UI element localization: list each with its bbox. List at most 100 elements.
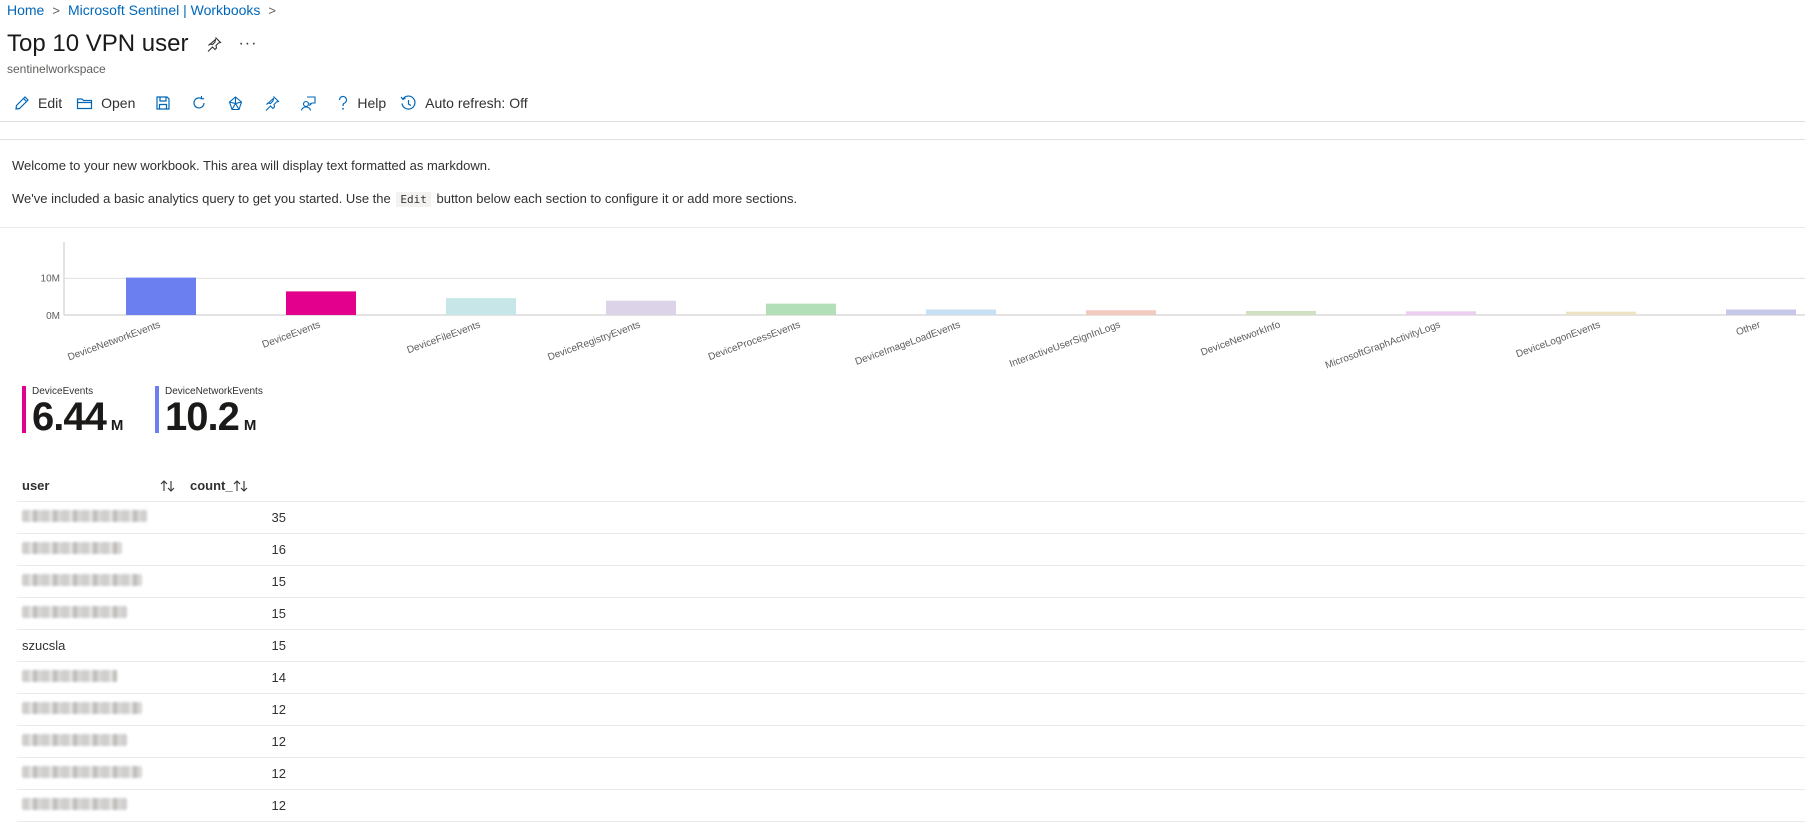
cell-user xyxy=(17,702,190,717)
x-tick-label: InteractiveUserSignInLogs xyxy=(1008,319,1122,369)
page-title: Top 10 VPN user xyxy=(7,30,189,57)
tile-value: 6.44 M xyxy=(32,395,123,445)
cell-user xyxy=(17,766,190,781)
auto-refresh-button[interactable]: Auto refresh: Off xyxy=(400,94,528,112)
help-button[interactable]: Help xyxy=(337,95,386,111)
x-tick-label: DeviceImageLoadEvents xyxy=(854,319,962,367)
open-button[interactable]: Open xyxy=(76,95,135,111)
tile-device-events[interactable]: DeviceEvents 6.44 M xyxy=(22,386,123,445)
save-icon xyxy=(156,96,170,110)
bar[interactable] xyxy=(446,298,516,315)
grid-header: user count_ xyxy=(17,470,1805,502)
command-bar: Edit Open Help Auto refresh: Off xyxy=(0,88,528,118)
bar[interactable] xyxy=(926,309,996,316)
cell-user xyxy=(17,510,190,525)
tile-color-bar xyxy=(155,386,159,433)
column-header-user[interactable]: user xyxy=(17,478,190,493)
tile-device-network-events[interactable]: DeviceNetworkEvents 10.2 M xyxy=(155,386,263,445)
redacted-value xyxy=(22,574,142,586)
pin-button[interactable] xyxy=(264,95,280,111)
edit-label: Edit xyxy=(38,95,63,111)
tile-unit: M xyxy=(243,417,257,434)
markdown-text: button below each section to configure i… xyxy=(436,191,798,206)
table-row[interactable]: 35 xyxy=(17,502,1805,534)
share-button[interactable] xyxy=(300,95,317,111)
table-row[interactable]: 12 xyxy=(17,758,1805,790)
bar[interactable] xyxy=(1726,309,1796,316)
table-row[interactable]: 15 xyxy=(17,566,1805,598)
workspace-subtitle: sentinelworkspace xyxy=(7,62,106,76)
x-tick-label: DeviceNetworkInfo xyxy=(1199,319,1282,358)
breadcrumb-chevron-icon: > xyxy=(52,2,60,18)
table-row[interactable]: 15 xyxy=(17,598,1805,630)
table-row[interactable]: 12 xyxy=(17,694,1805,726)
tile-number: 6.44 xyxy=(32,395,107,439)
sort-icon[interactable] xyxy=(233,479,249,493)
breadcrumb: Home > Microsoft Sentinel | Workbooks > xyxy=(7,2,284,18)
cell-count: 35 xyxy=(271,510,286,525)
redacted-value xyxy=(22,798,127,810)
column-header-count[interactable]: count_ xyxy=(190,478,310,493)
cell-count: 16 xyxy=(271,542,286,557)
table-row[interactable]: 14 xyxy=(17,662,1805,694)
divider xyxy=(0,227,1805,228)
help-label: Help xyxy=(357,95,387,111)
cell-user xyxy=(17,734,190,749)
share-person-icon xyxy=(301,96,316,111)
bar[interactable] xyxy=(1086,310,1156,315)
pin-icon[interactable] xyxy=(206,36,223,52)
table-row[interactable]: 12 xyxy=(17,790,1805,822)
help-question-icon xyxy=(339,95,348,110)
table-row[interactable]: szucsla 15 xyxy=(17,630,1805,662)
open-folder-icon xyxy=(77,98,93,110)
redacted-value xyxy=(22,542,122,554)
customize-button[interactable] xyxy=(227,95,244,112)
x-tick-label: DeviceFileEvents xyxy=(406,319,482,356)
cell-user xyxy=(17,798,190,813)
edit-button[interactable]: Edit xyxy=(14,95,62,111)
pin-icon xyxy=(265,96,280,111)
redacted-value xyxy=(22,702,142,714)
auto-refresh-label: Auto refresh: Off xyxy=(425,95,528,111)
cell-count: 15 xyxy=(271,574,286,589)
column-header-label: user xyxy=(22,478,50,493)
redacted-value xyxy=(22,670,117,682)
cell-user xyxy=(17,542,190,557)
bar[interactable] xyxy=(1246,310,1316,315)
breadcrumb-workbooks-link[interactable]: Microsoft Sentinel | Workbooks xyxy=(68,2,260,18)
y-tick-label: 10M xyxy=(41,273,60,284)
cell-count: 14 xyxy=(271,670,286,685)
clock-icon xyxy=(400,94,416,110)
bar[interactable] xyxy=(1566,311,1636,315)
results-grid: user count_ 35 16 15 15 szucsla 15 14 12 12 12 12 xyxy=(17,470,1805,822)
bar[interactable] xyxy=(766,303,836,315)
cell-count: 15 xyxy=(271,606,286,621)
redacted-value xyxy=(22,606,127,618)
markdown-line-2: We've included a basic analytics query t… xyxy=(12,191,798,207)
refresh-button[interactable] xyxy=(191,95,207,111)
customize-icon xyxy=(229,95,243,110)
x-tick-label: DeviceNetworkEvents xyxy=(66,319,162,363)
bar[interactable] xyxy=(126,277,196,315)
title-row: Top 10 VPN user ··· xyxy=(7,30,257,58)
markdown-line-1: Welcome to your new workbook. This area … xyxy=(12,158,491,173)
cell-user xyxy=(17,574,190,589)
divider xyxy=(0,121,1805,122)
bar[interactable] xyxy=(1406,311,1476,315)
x-tick-label: DeviceProcessEvents xyxy=(707,319,802,363)
cell-count: 12 xyxy=(271,702,286,717)
tile-color-bar xyxy=(22,386,26,433)
breadcrumb-home-link[interactable]: Home xyxy=(7,2,44,18)
save-button[interactable] xyxy=(155,95,171,111)
refresh-icon xyxy=(193,96,205,109)
more-options-icon[interactable]: ··· xyxy=(238,35,257,53)
column-header-label: count_ xyxy=(190,478,233,493)
bar[interactable] xyxy=(606,300,676,315)
cell-count: 12 xyxy=(271,798,286,813)
markdown-code-edit: Edit xyxy=(396,192,431,207)
table-row[interactable]: 12 xyxy=(17,726,1805,758)
sort-icon[interactable] xyxy=(160,479,176,493)
x-tick-label: DeviceRegistryEvents xyxy=(546,319,642,363)
bar[interactable] xyxy=(286,291,356,315)
table-row[interactable]: 16 xyxy=(17,534,1805,566)
